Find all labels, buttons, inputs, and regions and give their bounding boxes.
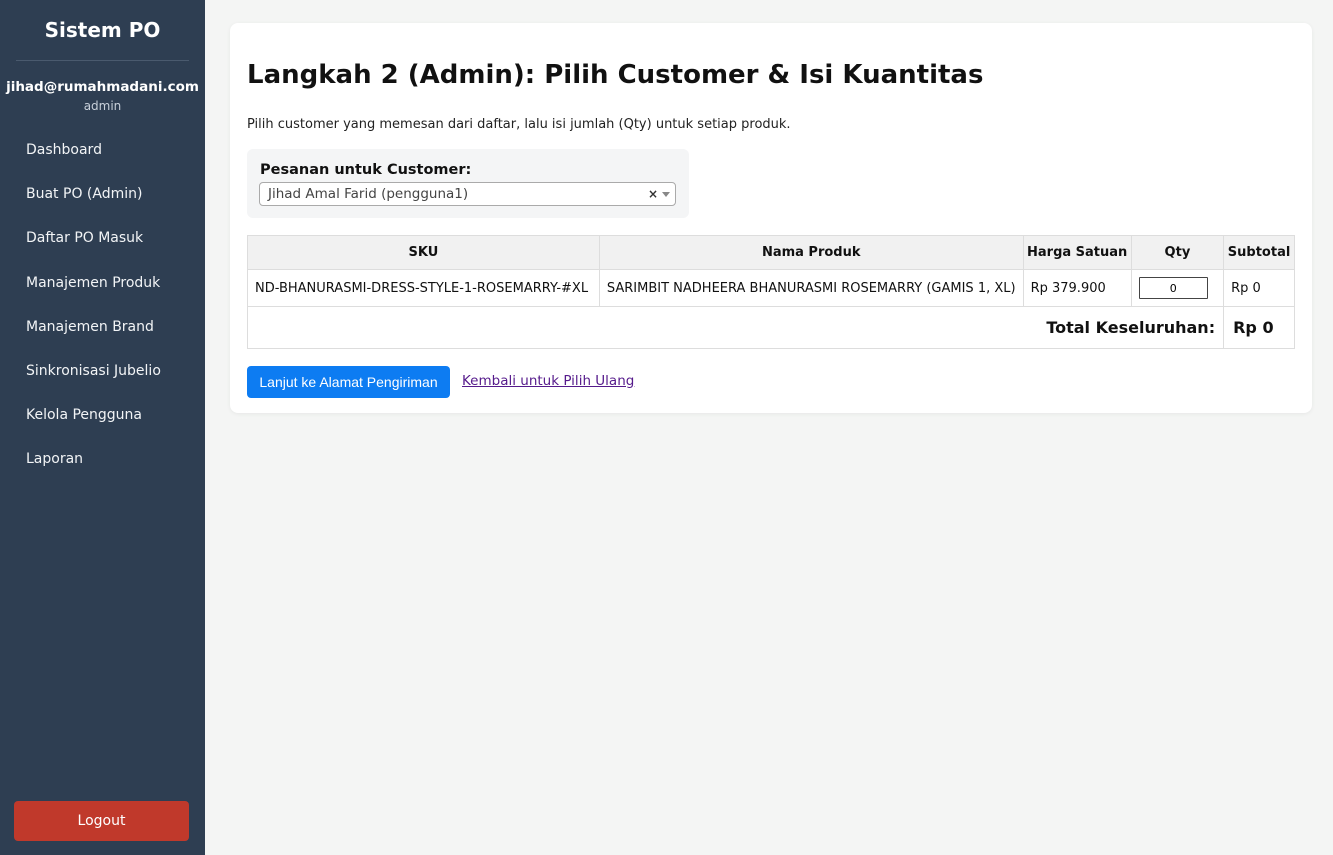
- customer-selected-value: Jihad Amal Farid (pengguna1): [268, 186, 469, 202]
- header-qty: Qty: [1130, 235, 1225, 270]
- cell-qty: [1130, 269, 1225, 307]
- back-to-reselect-link[interactable]: Kembali untuk Pilih Ulang: [462, 373, 634, 389]
- header-sku: SKU: [247, 235, 600, 270]
- sidebar-item-dashboard[interactable]: Dashboard: [0, 135, 205, 179]
- user-email: jihad@rumahmadani.com: [6, 79, 199, 95]
- cell-product-name: SARIMBIT NADHEERA BHANURASMI ROSEMARRY (…: [598, 269, 1024, 307]
- total-value: Rp 0: [1223, 306, 1295, 349]
- user-info: jihad@rumahmadani.com admin: [0, 61, 205, 113]
- cell-unit-price: Rp 379.900: [1022, 269, 1132, 307]
- sidebar-nav: Dashboard Buat PO (Admin) Daftar PO Masu…: [0, 135, 205, 489]
- header-product-name: Nama Produk: [598, 235, 1024, 270]
- clear-icon[interactable]: ×: [648, 183, 658, 205]
- user-role: admin: [83, 99, 122, 113]
- cell-sku: ND-BHANURASMI-DRESS-STYLE-1-ROSEMARRY-#X…: [247, 269, 600, 307]
- sidebar-item-laporan[interactable]: Laporan: [0, 444, 205, 488]
- product-table: SKU Nama Produk Harga Satuan Qty Subtota…: [246, 235, 1295, 349]
- customer-select[interactable]: Jihad Amal Farid (pengguna1) ×: [259, 182, 676, 206]
- total-row: Total Keseluruhan: Rp 0: [246, 306, 1295, 349]
- brand-title: Sistem PO: [16, 0, 189, 61]
- continue-to-shipping-button[interactable]: Lanjut ke Alamat Pengiriman: [247, 366, 450, 398]
- logout-button[interactable]: Logout: [14, 801, 189, 841]
- sidebar-item-buat-po[interactable]: Buat PO (Admin): [0, 179, 205, 223]
- main-card: Langkah 2 (Admin): Pilih Customer & Isi …: [230, 23, 1312, 413]
- table-row: ND-BHANURASMI-DRESS-STYLE-1-ROSEMARRY-#X…: [247, 269, 1295, 307]
- sidebar-item-daftar-po[interactable]: Daftar PO Masuk: [0, 223, 205, 267]
- header-subtotal: Subtotal: [1223, 235, 1295, 270]
- customer-label: Pesanan untuk Customer:: [260, 162, 472, 178]
- page-description: Pilih customer yang memesan dari daftar,…: [247, 117, 791, 132]
- sidebar-item-manajemen-produk[interactable]: Manajemen Produk: [0, 268, 205, 312]
- page-title: Langkah 2 (Admin): Pilih Customer & Isi …: [247, 60, 984, 90]
- sidebar-item-manajemen-brand[interactable]: Manajemen Brand: [0, 312, 205, 356]
- qty-input[interactable]: [1138, 277, 1208, 299]
- sidebar-item-sinkronisasi[interactable]: Sinkronisasi Jubelio: [0, 356, 205, 400]
- sidebar: Sistem PO jihad@rumahmadani.com admin Da…: [0, 0, 205, 855]
- table-header-row: SKU Nama Produk Harga Satuan Qty Subtota…: [247, 235, 1295, 270]
- total-label: Total Keseluruhan:: [246, 306, 1225, 349]
- header-unit-price: Harga Satuan: [1022, 235, 1132, 270]
- cell-subtotal: Rp 0: [1223, 269, 1295, 307]
- chevron-down-icon: [662, 192, 670, 197]
- customer-selector-panel: Pesanan untuk Customer: Jihad Amal Farid…: [247, 149, 689, 218]
- sidebar-item-kelola-pengguna[interactable]: Kelola Pengguna: [0, 400, 205, 444]
